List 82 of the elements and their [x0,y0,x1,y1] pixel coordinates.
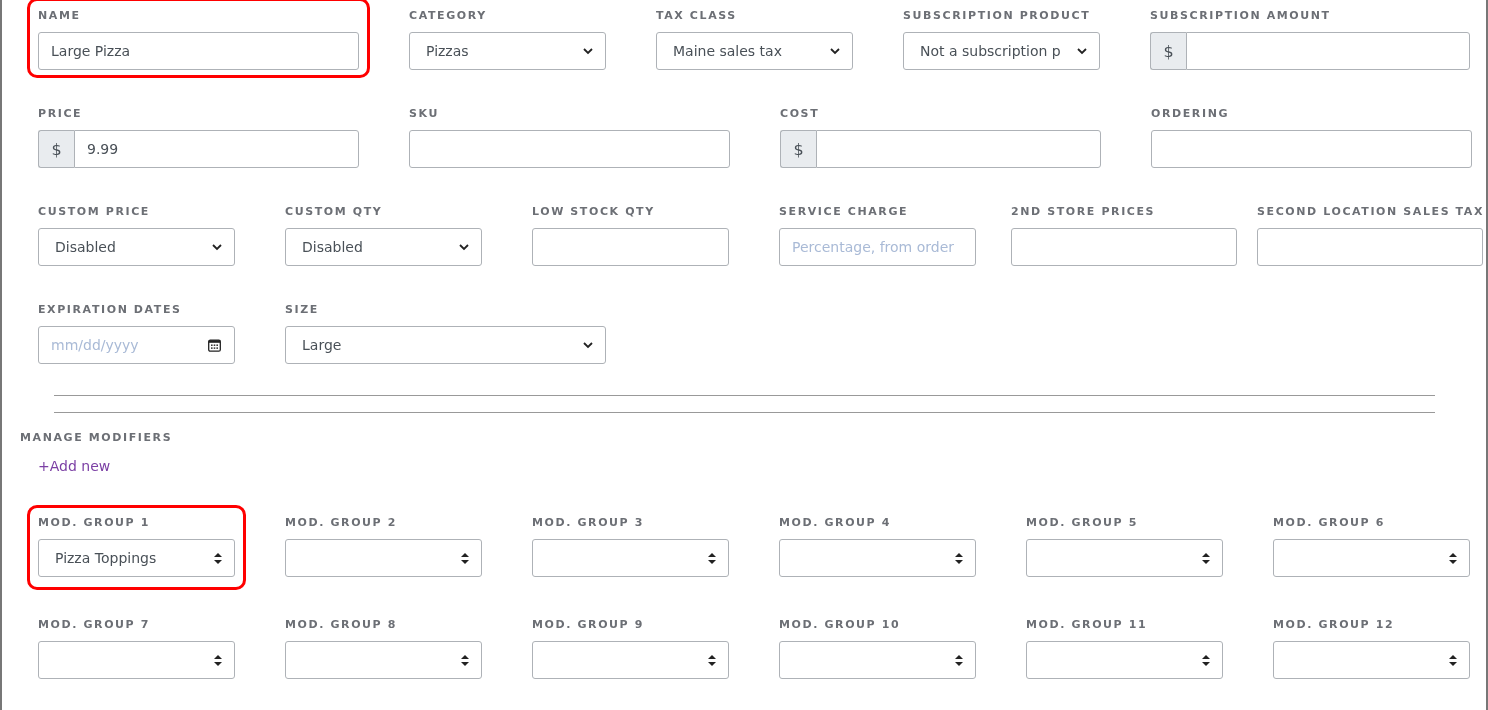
chevron-down-icon [459,243,469,251]
select-field[interactable]: Pizza Toppings [38,539,235,577]
input-field[interactable]: Large Pizza [38,32,359,70]
sort-arrows-icon [955,552,963,564]
chevron-down-icon [1077,47,1087,55]
field-label: MOD. GROUP 6 [1273,515,1386,531]
dollar-addon: $ [780,130,816,168]
sort-arrows-icon [1449,552,1457,564]
select-field[interactable] [532,539,729,577]
sort-arrows-icon [461,654,469,666]
select-field[interactable] [285,641,482,679]
field-label: SIZE [285,302,320,318]
select-field[interactable]: Disabled [38,228,235,266]
field-label: LOW STOCK QTY [532,204,656,220]
section-title: MANAGE MODIFIERS [20,431,174,444]
input-field[interactable]: 9.99 [74,130,359,168]
calendar-icon [208,339,221,352]
sort-arrows-icon [708,654,716,666]
field-label: MOD. GROUP 9 [532,617,645,633]
input-field[interactable] [1257,228,1483,266]
field-label: SKU [409,106,440,122]
field-label: MOD. GROUP 3 [532,515,645,531]
field-label: TAX CLASS [656,8,738,24]
field-label: MOD. GROUP 5 [1026,515,1139,531]
field-label: CUSTOM QTY [285,204,384,220]
field-label: MOD. GROUP 12 [1273,617,1396,633]
field-label: COST [780,106,821,122]
field-label: CATEGORY [409,8,488,24]
dollar-addon: $ [1150,32,1186,70]
field-label: MOD. GROUP 10 [779,617,902,633]
select-field[interactable]: Disabled [285,228,482,266]
sort-arrows-icon [1449,654,1457,666]
chevron-down-icon [212,243,222,251]
field-label: ORDERING [1151,106,1231,122]
select-field[interactable] [779,539,976,577]
select-field[interactable] [1026,641,1223,679]
select-field[interactable] [285,539,482,577]
chevron-down-icon [583,341,593,349]
select-field[interactable]: Maine sales tax [656,32,853,70]
field-label: 2ND STORE PRICES [1011,204,1157,220]
field-label: EXPIRATION DATES [38,302,183,318]
chevron-down-icon [830,47,840,55]
field-label: SERVICE CHARGE [779,204,910,220]
select-field[interactable] [779,641,976,679]
field-label: MOD. GROUP 7 [38,617,151,633]
input-field[interactable]: Percentage, from order [779,228,976,266]
date-field[interactable]: mm/dd/yyyy [38,326,235,364]
field-label: SECOND LOCATION SALES TAX [1257,204,1483,220]
select-field[interactable] [1273,641,1470,679]
select-field[interactable] [1273,539,1470,577]
field-label: SUBSCRIPTION PRODUCT [903,8,1092,24]
field-label: MOD. GROUP 2 [285,515,398,531]
field-label: MOD. GROUP 1 [38,515,151,531]
chevron-down-icon [583,47,593,55]
field-label: MOD. GROUP 4 [779,515,892,531]
sort-arrows-icon [955,654,963,666]
field-label: NAME [38,8,82,24]
sort-arrows-icon [1202,552,1210,564]
select-field[interactable] [1026,539,1223,577]
dollar-addon: $ [38,130,74,168]
field-label: CUSTOM PRICE [38,204,151,220]
sort-arrows-icon [1202,654,1210,666]
sort-arrows-icon [708,552,716,564]
field-label: PRICE [38,106,84,122]
sort-arrows-icon [214,552,222,564]
field-label: MOD. GROUP 11 [1026,617,1149,633]
field-label: SUBSCRIPTION AMOUNT [1150,8,1332,24]
sort-arrows-icon [214,654,222,666]
input-field[interactable] [1151,130,1472,168]
input-field[interactable] [816,130,1101,168]
select-field[interactable] [38,641,235,679]
select-field[interactable]: Large [285,326,606,364]
add-new-link[interactable]: +Add new [38,458,111,474]
input-field[interactable] [1011,228,1237,266]
input-field[interactable] [1186,32,1470,70]
select-field[interactable] [532,641,729,679]
select-field[interactable]: Not a subscription p [903,32,1100,70]
input-field[interactable] [532,228,729,266]
field-label: MOD. GROUP 8 [285,617,398,633]
input-field[interactable] [409,130,730,168]
select-field[interactable]: Pizzas [409,32,606,70]
sort-arrows-icon [461,552,469,564]
